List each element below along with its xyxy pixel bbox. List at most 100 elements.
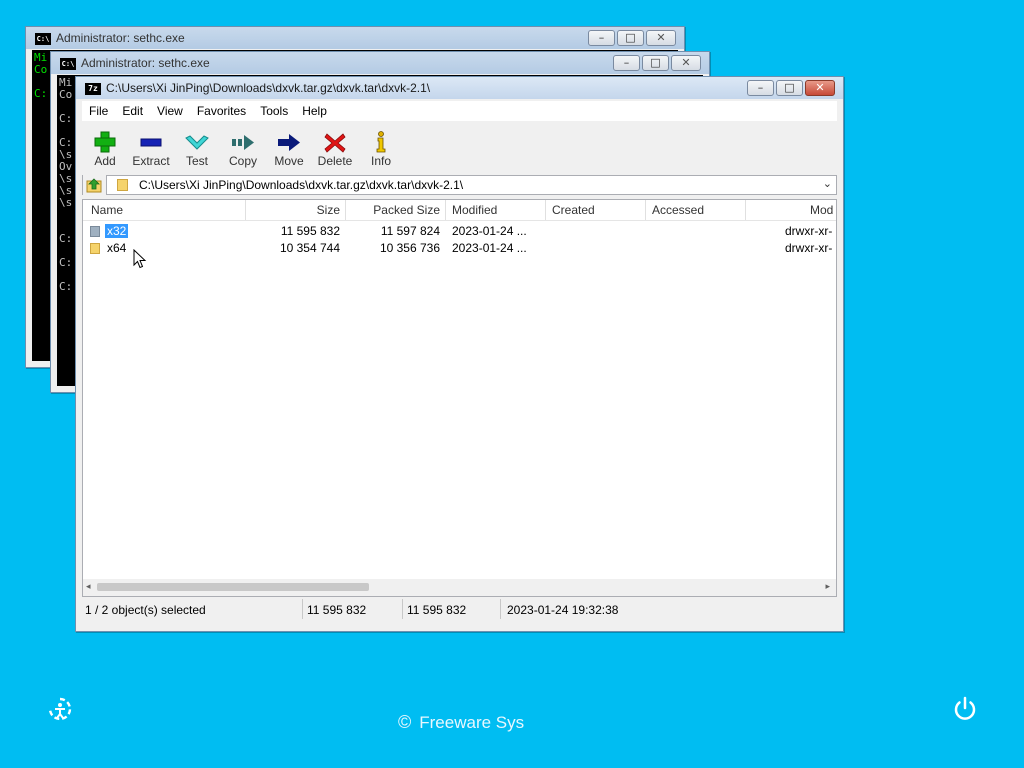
info-icon	[376, 131, 386, 153]
menu-help[interactable]: Help	[295, 101, 334, 121]
list-item[interactable]: x64 10 354 744 10 356 736 2023-01-24 ...…	[83, 240, 836, 257]
close-button[interactable]: ✕	[805, 80, 835, 96]
status-bar: 1 / 2 object(s) selected 11 595 832 11 5…	[82, 599, 837, 619]
test-label: Test	[185, 154, 208, 168]
maximize-icon: □	[625, 31, 636, 44]
address-path[interactable]: C:\Users\Xi JinPing\Downloads\dxvk.tar.g…	[139, 178, 463, 192]
up-folder-button[interactable]	[83, 175, 107, 195]
close-icon: ✕	[681, 56, 691, 69]
file-name: x64	[107, 241, 127, 255]
console-line: Co	[34, 63, 48, 76]
maximize-icon: □	[650, 56, 661, 69]
file-size: 10 354 744	[279, 241, 340, 255]
close-button[interactable]: ✕	[671, 55, 701, 71]
file-mode: drwxr-xr-	[785, 241, 833, 255]
column-packed-size[interactable]: Packed Size	[351, 203, 440, 217]
column-created[interactable]: Created	[552, 203, 595, 217]
minimize-button[interactable]: –	[747, 80, 774, 96]
status-selection: 1 / 2 object(s) selected	[85, 603, 206, 617]
file-packed-size: 10 356 736	[379, 241, 440, 255]
ease-of-access-icon[interactable]	[46, 696, 74, 724]
column-mode[interactable]: Mod	[810, 203, 833, 217]
window-title: Administrator: sethc.exe	[56, 31, 185, 45]
close-icon: ✕	[815, 81, 825, 94]
info-button[interactable]: Info	[358, 123, 404, 171]
add-button[interactable]: Add	[82, 123, 128, 171]
minimize-icon: –	[757, 81, 764, 94]
file-modified: 2023-01-24 ...	[452, 241, 527, 255]
folder-icon	[117, 179, 128, 191]
console-line: \s	[59, 196, 73, 209]
file-size: 11 595 832	[280, 224, 340, 238]
close-icon: ✕	[656, 31, 666, 44]
menu-file[interactable]: File	[82, 101, 115, 121]
add-label: Add	[94, 154, 116, 168]
move-arrow-icon	[278, 134, 300, 151]
menu-bar: File Edit View Favorites Tools Help	[82, 101, 837, 121]
title-bar[interactable]: C:\ Administrator: sethc.exe – □ ✕	[51, 52, 709, 74]
minimize-button[interactable]: –	[588, 30, 615, 46]
console-line: C:	[59, 112, 73, 125]
file-name: x32	[105, 224, 129, 238]
test-button[interactable]: Test	[174, 123, 220, 171]
copy-button[interactable]: Copy	[220, 123, 266, 171]
title-bar[interactable]: 7z C:\Users\Xi JinPing\Downloads\dxvk.ta…	[76, 77, 843, 99]
app-icon-7z: 7z	[85, 83, 101, 95]
menu-favorites[interactable]: Favorites	[190, 101, 253, 121]
column-accessed[interactable]: Accessed	[652, 203, 704, 217]
console-line: C:	[59, 232, 73, 245]
maximize-icon: □	[784, 81, 795, 94]
minimize-button[interactable]: –	[613, 55, 640, 71]
column-size[interactable]: Size	[283, 203, 340, 217]
list-item[interactable]: x32 11 595 832 11 597 824 2023-01-24 ...…	[83, 223, 836, 240]
delete-x-icon	[324, 133, 346, 153]
status-size: 11 595 832	[307, 603, 367, 617]
extract-button[interactable]: Extract	[128, 123, 174, 171]
folder-icon	[90, 226, 100, 237]
file-mode: drwxr-xr-	[785, 224, 833, 238]
column-header: Name Size Packed Size Modified Created A…	[83, 200, 836, 221]
file-packed-size: 11 597 824	[380, 224, 440, 238]
address-bar[interactable]: C:\Users\Xi JinPing\Downloads\dxvk.tar.g…	[82, 175, 837, 195]
title-bar[interactable]: C:\ Administrator: sethc.exe – □ ✕	[26, 27, 684, 49]
folder-icon	[90, 243, 100, 254]
scroll-left-icon[interactable]: ◂	[86, 581, 91, 592]
maximize-button[interactable]: □	[776, 80, 803, 96]
power-icon[interactable]	[951, 695, 979, 723]
maximize-button[interactable]: □	[617, 30, 644, 46]
minus-icon	[140, 138, 162, 147]
menu-tools[interactable]: Tools	[253, 101, 295, 121]
copy-arrow-icon	[232, 135, 254, 150]
up-folder-icon	[86, 178, 102, 193]
menu-view[interactable]: View	[150, 101, 190, 121]
file-list[interactable]: Name Size Packed Size Modified Created A…	[82, 199, 837, 597]
scroll-thumb[interactable]	[97, 583, 369, 591]
delete-button[interactable]: Delete	[312, 123, 358, 171]
scroll-right-icon[interactable]: ▸	[825, 581, 830, 592]
status-modified: 2023-01-24 19:32:38	[507, 603, 619, 617]
horizontal-scrollbar[interactable]: ◂ ▸	[83, 579, 836, 596]
console-icon: C:\	[60, 58, 76, 70]
column-name[interactable]: Name	[91, 203, 123, 217]
plus-icon	[94, 131, 116, 153]
close-button[interactable]: ✕	[646, 30, 676, 46]
copyright-symbol: ©	[398, 712, 412, 732]
mouse-cursor-icon	[133, 249, 147, 269]
window-title: Administrator: sethc.exe	[81, 56, 210, 70]
extract-label: Extract	[132, 154, 170, 168]
maximize-button[interactable]: □	[642, 55, 669, 71]
minimize-icon: –	[598, 31, 605, 44]
file-modified: 2023-01-24 ...	[452, 224, 527, 238]
move-button[interactable]: Move	[266, 123, 312, 171]
menu-edit[interactable]: Edit	[115, 101, 150, 121]
chevron-down-icon[interactable]: ⌄	[823, 177, 832, 190]
status-packed: 11 595 832	[407, 603, 467, 617]
delete-label: Delete	[317, 154, 353, 168]
copy-label: Copy	[228, 154, 257, 168]
window-title: C:\Users\Xi JinPing\Downloads\dxvk.tar.g…	[106, 81, 431, 95]
file-manager-window[interactable]: 7z C:\Users\Xi JinPing\Downloads\dxvk.ta…	[75, 76, 844, 632]
console-line: C:	[59, 280, 73, 293]
column-modified[interactable]: Modified	[452, 203, 497, 217]
info-label: Info	[370, 154, 391, 168]
console-line: Co	[59, 88, 73, 101]
